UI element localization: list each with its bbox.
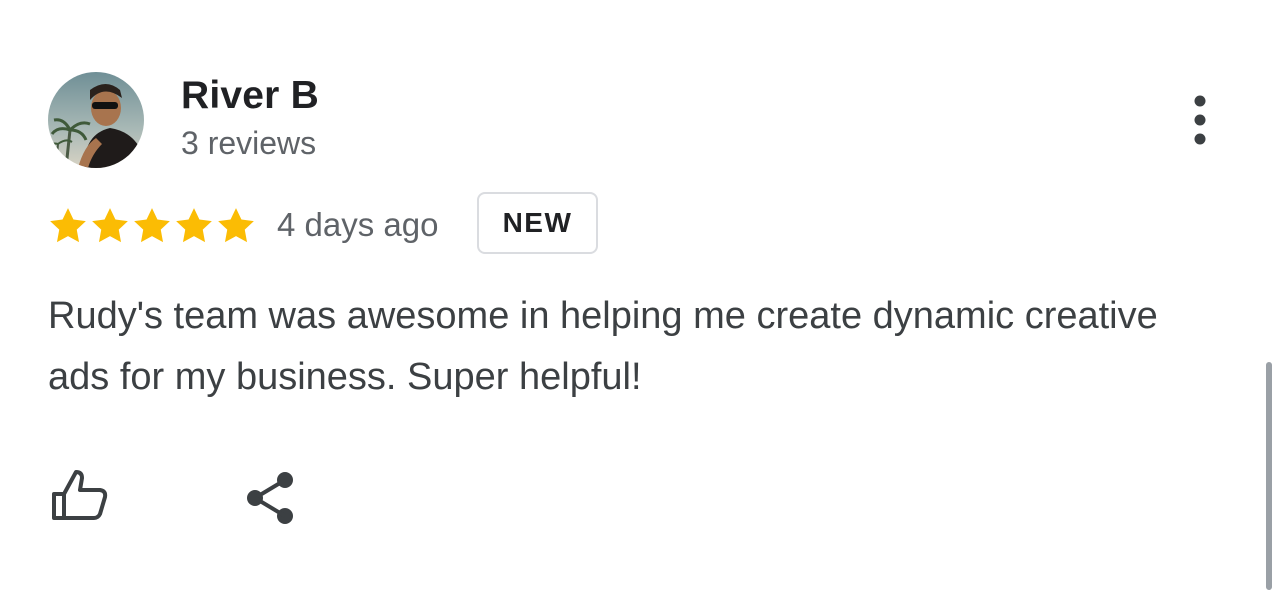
like-button[interactable] xyxy=(46,464,112,530)
review-date: 4 days ago xyxy=(277,206,439,243)
star-icon xyxy=(47,205,89,247)
star-icon xyxy=(131,205,173,247)
reviewer-name[interactable]: River B xyxy=(181,74,319,118)
star-icon xyxy=(173,205,215,247)
avatar-image xyxy=(48,72,144,168)
thumb-up-icon xyxy=(52,470,108,520)
review-text: Rudy's team was awesome in helping me cr… xyxy=(48,295,1158,398)
review-card: River B 3 reviews 4 days ago NEW Rudy's … xyxy=(0,0,1284,590)
scrollbar[interactable] xyxy=(1266,362,1272,590)
share-button[interactable] xyxy=(240,466,302,528)
share-icon xyxy=(247,472,293,524)
new-badge: NEW xyxy=(477,192,598,254)
more-vert-icon xyxy=(1194,95,1206,145)
star-icon xyxy=(215,205,257,247)
star-icon xyxy=(89,205,131,247)
more-options-button[interactable] xyxy=(1180,92,1220,148)
reviewer-avatar[interactable] xyxy=(48,72,144,168)
star-rating xyxy=(47,205,257,247)
review-count: 3 reviews xyxy=(181,125,317,161)
